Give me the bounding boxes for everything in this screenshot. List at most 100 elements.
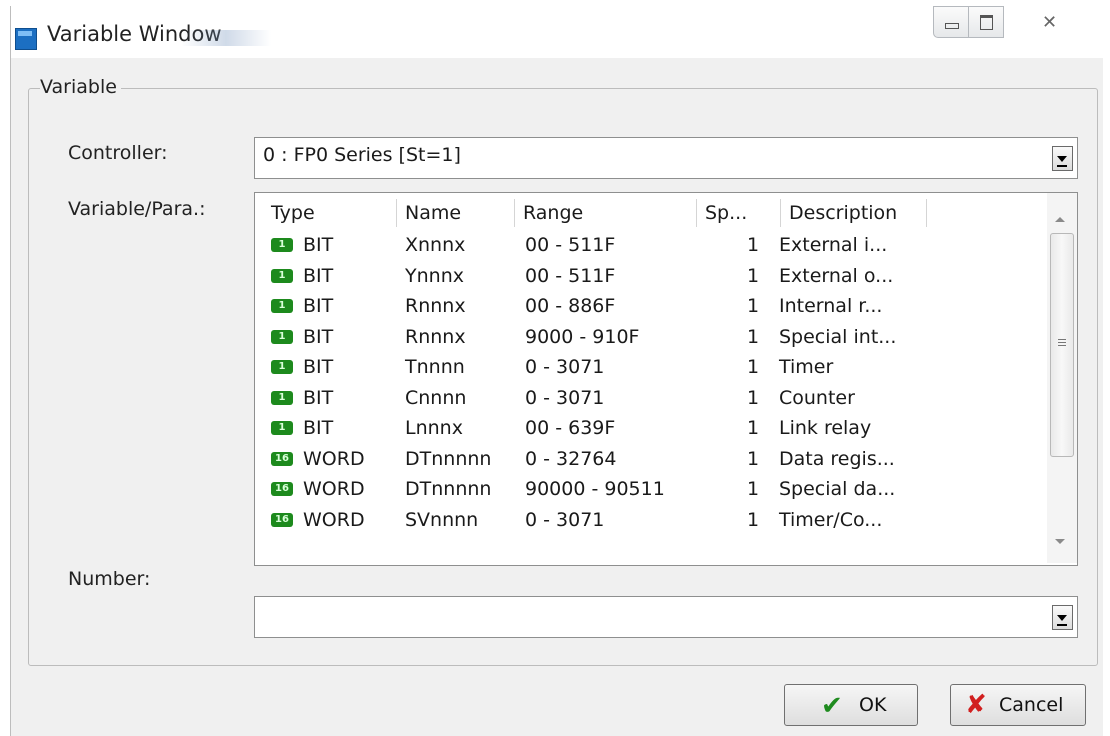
table-row[interactable]: 1 BIT Tnnnn 0 - 3071 1 Timer bbox=[255, 352, 1035, 384]
close-icon: ✕ bbox=[1042, 12, 1058, 33]
cell-range: 0 - 3071 bbox=[525, 508, 605, 531]
cell-name: Rnnnx bbox=[405, 325, 466, 348]
cell-range: 0 - 3071 bbox=[525, 356, 605, 378]
column-header-name[interactable]: Name bbox=[397, 199, 515, 227]
cell-range: 9000 - 910F bbox=[525, 325, 640, 348]
scroll-up-icon[interactable] bbox=[1055, 217, 1065, 222]
controller-dropdown-arrow-icon[interactable] bbox=[1052, 146, 1073, 171]
variable-para-label: Variable/Para.: bbox=[68, 198, 206, 220]
cell-type: BIT bbox=[303, 234, 334, 256]
cell-type: BIT bbox=[303, 356, 334, 378]
cell-range: 0 - 32764 bbox=[525, 447, 617, 470]
cell-description: Counter bbox=[779, 386, 855, 409]
variable-list[interactable]: Type Name Range Sp... Description 1 BIT Xn… bbox=[254, 192, 1078, 566]
minimize-button[interactable] bbox=[933, 6, 969, 38]
cell-type: BIT bbox=[303, 325, 334, 348]
list-header: Type Name Range Sp... Description bbox=[255, 199, 1035, 229]
cell-description: Timer bbox=[779, 356, 834, 378]
table-row[interactable]: 16 WORD DTnnnnn 90000 - 90511 1 Special da... bbox=[255, 474, 1035, 506]
cell-description: External i... bbox=[779, 234, 888, 256]
cell-range: 00 - 639F bbox=[525, 417, 616, 439]
cell-name: SVnnnn bbox=[405, 508, 479, 531]
cell-description: Internal r... bbox=[779, 295, 883, 317]
number-dropdown-arrow-icon[interactable] bbox=[1052, 605, 1073, 630]
column-header-range[interactable]: Range bbox=[515, 199, 697, 227]
cell-range: 00 - 511F bbox=[525, 264, 616, 287]
cell-range: 00 - 511F bbox=[525, 234, 616, 256]
maximize-button[interactable] bbox=[968, 6, 1004, 38]
cell-description: Timer/Co... bbox=[779, 508, 883, 531]
cell-type: WORD bbox=[303, 447, 365, 470]
close-button[interactable]: ✕ bbox=[1032, 8, 1068, 36]
bit-type-icon: 1 bbox=[271, 299, 293, 313]
cell-description: Special int... bbox=[779, 325, 897, 348]
cell-type: WORD bbox=[303, 478, 365, 500]
word-type-icon: 16 bbox=[271, 482, 293, 496]
table-row[interactable]: 16 WORD SVnnnn 0 - 3071 1 Timer/Co... bbox=[255, 505, 1035, 537]
cell-sp: 1 bbox=[747, 264, 760, 287]
variable-group-label: Variable bbox=[40, 76, 121, 98]
cell-sp: 1 bbox=[747, 508, 760, 531]
cell-name: Lnnnx bbox=[405, 417, 463, 439]
controller-value: 0 : FP0 Series [St=1] bbox=[263, 144, 461, 166]
cell-description: Special da... bbox=[779, 478, 896, 500]
grip-icon bbox=[1058, 339, 1066, 340]
cell-name: Tnnnn bbox=[405, 356, 465, 378]
column-header-type[interactable]: Type bbox=[263, 199, 397, 227]
scroll-down-icon[interactable] bbox=[1055, 539, 1065, 544]
app-icon bbox=[15, 28, 37, 50]
ok-button[interactable]: ✔ OK bbox=[784, 684, 918, 726]
table-row[interactable]: 1 BIT Cnnnn 0 - 3071 1 Counter bbox=[255, 383, 1035, 415]
cell-name: DTnnnnn bbox=[405, 447, 492, 470]
cell-name: Cnnnn bbox=[405, 386, 467, 409]
bit-type-icon: 1 bbox=[271, 238, 293, 252]
cell-name: Ynnnx bbox=[405, 264, 464, 287]
table-row[interactable]: 1 BIT Ynnnx 00 - 511F 1 External o... bbox=[255, 261, 1035, 293]
cell-range: 00 - 886F bbox=[525, 295, 616, 317]
table-row[interactable]: 1 BIT Rnnnx 9000 - 910F 1 Special int... bbox=[255, 322, 1035, 354]
cancel-label: Cancel bbox=[999, 694, 1064, 716]
controller-label: Controller: bbox=[68, 142, 168, 164]
vertical-scrollbar[interactable] bbox=[1047, 193, 1077, 563]
table-row[interactable]: 1 BIT Lnnnx 00 - 639F 1 Link relay bbox=[255, 413, 1035, 445]
column-header-sp[interactable]: Sp... bbox=[697, 199, 781, 227]
cancel-button[interactable]: ✘ Cancel bbox=[950, 684, 1086, 726]
bit-type-icon: 1 bbox=[271, 329, 293, 344]
cell-sp: 1 bbox=[747, 234, 760, 256]
table-row[interactable]: 1 BIT Rnnnx 00 - 886F 1 Internal r... bbox=[255, 291, 1035, 323]
cross-icon: ✘ bbox=[965, 690, 987, 720]
number-label: Number: bbox=[68, 568, 151, 590]
maximize-icon bbox=[980, 15, 993, 30]
cell-sp: 1 bbox=[747, 386, 760, 409]
cell-sp: 1 bbox=[747, 356, 760, 378]
bit-type-icon: 1 bbox=[271, 421, 293, 435]
column-header-description[interactable]: Description bbox=[781, 199, 927, 227]
table-row[interactable]: 16 WORD DTnnnnn 0 - 32764 1 Data regis... bbox=[255, 444, 1035, 476]
scroll-thumb[interactable] bbox=[1050, 233, 1074, 457]
cell-type: BIT bbox=[303, 386, 334, 409]
cell-type: BIT bbox=[303, 264, 334, 287]
cell-sp: 1 bbox=[747, 447, 760, 470]
word-type-icon: 16 bbox=[271, 512, 293, 527]
cell-sp: 1 bbox=[747, 325, 760, 348]
title-glow bbox=[181, 30, 271, 46]
cell-name: Xnnnx bbox=[405, 234, 466, 256]
minimize-icon bbox=[945, 23, 959, 29]
cell-type: WORD bbox=[303, 508, 365, 531]
controller-dropdown[interactable]: 0 : FP0 Series [St=1] bbox=[254, 137, 1078, 179]
ok-label: OK bbox=[859, 694, 887, 716]
bit-type-icon: 1 bbox=[271, 360, 293, 374]
cell-sp: 1 bbox=[747, 478, 760, 500]
cell-name: DTnnnnn bbox=[405, 478, 492, 500]
cell-sp: 1 bbox=[747, 295, 760, 317]
cell-range: 0 - 3071 bbox=[525, 386, 605, 409]
cell-type: BIT bbox=[303, 295, 334, 317]
number-dropdown[interactable] bbox=[254, 596, 1078, 638]
cell-description: Link relay bbox=[779, 417, 872, 439]
table-row[interactable]: 1 BIT Xnnnx 00 - 511F 1 External i... bbox=[255, 230, 1035, 262]
title-bar[interactable]: Variable Window ✕ bbox=[11, 6, 1103, 58]
cell-description: Data regis... bbox=[779, 447, 895, 470]
cell-sp: 1 bbox=[747, 417, 760, 439]
checkmark-icon: ✔ bbox=[821, 691, 843, 721]
cell-range: 90000 - 90511 bbox=[525, 478, 665, 500]
